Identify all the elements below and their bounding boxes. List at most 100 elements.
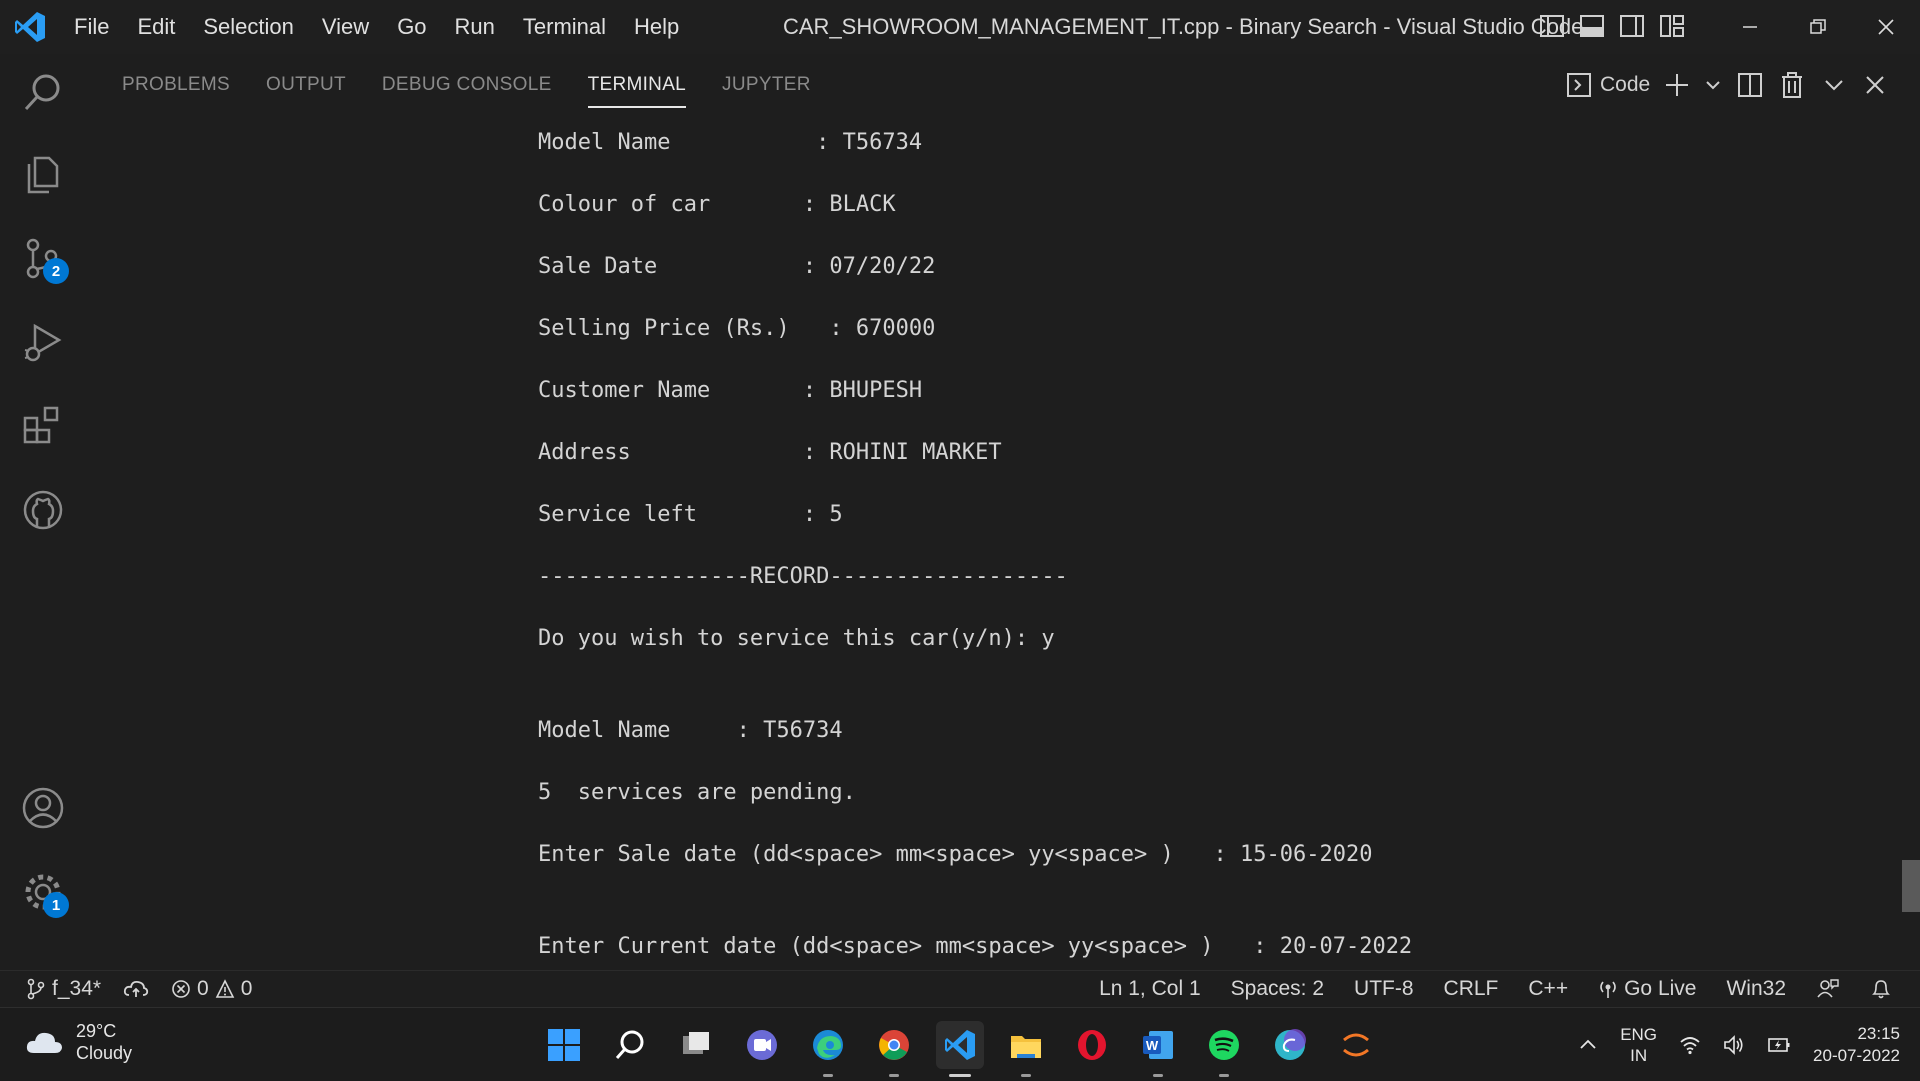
word-icon[interactable]: W bbox=[1134, 1021, 1182, 1077]
terminal-line: Enter Current date (dd<space> mm<space> … bbox=[538, 934, 1413, 959]
source-control-icon[interactable]: 2 bbox=[19, 234, 69, 284]
terminal-line: Enter Sale date (dd<space> mm<space> yy<… bbox=[538, 842, 1373, 867]
toggle-panel-icon[interactable] bbox=[1578, 12, 1606, 40]
error-count: 0 bbox=[197, 977, 209, 1000]
toggle-primary-sidebar-icon[interactable] bbox=[1538, 12, 1566, 40]
clock[interactable]: 23:15 20-07-2022 bbox=[1813, 1023, 1900, 1067]
language-indicator[interactable]: ENG IN bbox=[1620, 1024, 1657, 1066]
menu-help[interactable]: Help bbox=[620, 0, 693, 54]
search-icon[interactable] bbox=[19, 68, 67, 116]
warning-icon bbox=[215, 979, 235, 998]
new-terminal-plus-icon[interactable] bbox=[1664, 72, 1690, 98]
chevron-down-icon[interactable] bbox=[1704, 72, 1722, 98]
explorer-icon[interactable] bbox=[19, 150, 67, 198]
problems-status[interactable]: 0 0 bbox=[171, 977, 252, 1001]
eclipse-jupyter-icon[interactable] bbox=[1332, 1021, 1380, 1069]
weather-widget[interactable]: 29°C Cloudy bbox=[24, 1020, 132, 1064]
wifi-icon[interactable] bbox=[1679, 1034, 1701, 1056]
tab-output[interactable]: OUTPUT bbox=[266, 54, 346, 116]
menu-selection[interactable]: Selection bbox=[189, 0, 308, 54]
windows-taskbar: 29°C Cloudy W ENG IN 23:15 20-07-2022 bbox=[0, 1007, 1920, 1081]
accounts-icon[interactable] bbox=[19, 784, 67, 832]
extensions-icon[interactable] bbox=[19, 402, 67, 450]
tab-problems[interactable]: PROBLEMS bbox=[122, 54, 230, 116]
terminal-line: ----------------RECORD------------------ bbox=[538, 564, 1068, 589]
terminal-profile-button[interactable]: Code bbox=[1566, 72, 1650, 98]
menu-go[interactable]: Go bbox=[383, 0, 440, 54]
canva-icon[interactable] bbox=[1266, 1021, 1314, 1069]
menu-file[interactable]: File bbox=[60, 0, 123, 54]
close-panel-icon[interactable] bbox=[1862, 72, 1888, 98]
toggle-secondary-sidebar-icon[interactable] bbox=[1618, 12, 1646, 40]
language-mode[interactable]: C++ bbox=[1528, 977, 1568, 1001]
app-running-indicator bbox=[889, 1073, 899, 1077]
file-explorer-icon[interactable] bbox=[1002, 1021, 1050, 1077]
region-code: IN bbox=[1630, 1045, 1648, 1065]
settings-badge: 1 bbox=[43, 892, 69, 918]
git-branch-icon bbox=[27, 978, 45, 1000]
edge-browser-icon[interactable] bbox=[804, 1021, 852, 1077]
weather-description: Cloudy bbox=[76, 1043, 133, 1063]
app-running-indicator bbox=[1021, 1073, 1031, 1077]
terminal-line: Model Name : T56734 bbox=[538, 130, 923, 155]
terminal-line: Model Name : T56734 bbox=[538, 718, 843, 743]
menu-run[interactable]: Run bbox=[441, 0, 509, 54]
restore-button[interactable] bbox=[1784, 0, 1852, 54]
volume-icon[interactable] bbox=[1723, 1034, 1745, 1056]
terminal-line: Sale Date : 07/20/22 bbox=[538, 254, 936, 279]
branch-status[interactable]: f_34* bbox=[26, 977, 101, 1001]
sync-cloud-icon[interactable] bbox=[123, 978, 149, 1000]
status-bar: f_34* 0 0 Ln 1, Col 1 Spaces: 2 UTF-8 CR… bbox=[0, 970, 1920, 1007]
teams-chat-icon[interactable] bbox=[738, 1021, 786, 1069]
window-title: CAR_SHOWROOM_MANAGEMENT_IT.cpp - Binary … bbox=[783, 14, 1584, 39]
menu-view[interactable]: View bbox=[308, 0, 383, 54]
go-live-label: Go Live bbox=[1624, 977, 1697, 1000]
tab-debug-console[interactable]: DEBUG CONSOLE bbox=[382, 54, 552, 116]
taskbar-search-icon[interactable] bbox=[606, 1021, 654, 1069]
close-window-button[interactable] bbox=[1852, 0, 1920, 54]
cursor-position[interactable]: Ln 1, Col 1 bbox=[1099, 977, 1201, 1001]
run-debug-icon[interactable] bbox=[19, 318, 67, 366]
terminal-icon bbox=[1567, 73, 1591, 97]
menu-bar: File Edit Selection View Go Run Terminal… bbox=[60, 0, 693, 54]
vscode-taskbar-icon[interactable] bbox=[936, 1020, 984, 1077]
branch-name: f_34* bbox=[52, 977, 102, 1000]
warning-count: 0 bbox=[240, 977, 253, 1000]
settings-gear-icon[interactable]: 1 bbox=[19, 868, 69, 918]
terminal-output[interactable]: Model Name : T56734 Colour of car : BLAC… bbox=[86, 116, 1906, 968]
platform[interactable]: Win32 bbox=[1726, 977, 1786, 1001]
terminal-line: Customer Name : BHUPESH bbox=[538, 378, 923, 403]
split-terminal-icon[interactable] bbox=[1736, 71, 1764, 99]
spotify-icon[interactable] bbox=[1200, 1021, 1248, 1077]
terminal-line: 5 services are pending. bbox=[538, 780, 856, 805]
panel-actions: Code bbox=[1566, 64, 1888, 106]
svg-text:W: W bbox=[1146, 1038, 1159, 1053]
trash-icon[interactable] bbox=[1778, 71, 1806, 99]
indentation[interactable]: Spaces: 2 bbox=[1231, 977, 1324, 1001]
app-running-indicator bbox=[823, 1073, 833, 1077]
battery-charging-icon[interactable] bbox=[1767, 1034, 1791, 1056]
language-code: ENG bbox=[1620, 1024, 1658, 1044]
feedback-icon[interactable] bbox=[1816, 977, 1840, 1001]
customize-layout-icon[interactable] bbox=[1658, 12, 1686, 40]
terminal-scrollbar[interactable] bbox=[1902, 860, 1920, 912]
go-live-button[interactable]: Go Live bbox=[1598, 977, 1696, 1001]
opera-browser-icon[interactable] bbox=[1068, 1021, 1116, 1069]
terminal-line: Service left : 5 bbox=[538, 502, 843, 527]
file-encoding[interactable]: UTF-8 bbox=[1354, 977, 1414, 1001]
menu-edit[interactable]: Edit bbox=[123, 0, 189, 54]
start-windows-icon[interactable] bbox=[540, 1021, 588, 1069]
menu-terminal[interactable]: Terminal bbox=[509, 0, 620, 54]
show-hidden-icons-chevron-icon[interactable] bbox=[1578, 1035, 1598, 1055]
github-icon[interactable] bbox=[19, 486, 67, 534]
line-ending[interactable]: CRLF bbox=[1444, 977, 1499, 1001]
notifications-bell-icon[interactable] bbox=[1870, 977, 1892, 1001]
tab-jupyter[interactable]: JUPYTER bbox=[722, 54, 811, 116]
vscode-logo-icon[interactable] bbox=[0, 0, 60, 54]
task-view-icon[interactable] bbox=[672, 1021, 720, 1069]
terminal-profile-label: Code bbox=[1600, 73, 1651, 96]
minimize-button[interactable] bbox=[1716, 0, 1784, 54]
tab-terminal[interactable]: TERMINAL bbox=[587, 54, 687, 116]
chrome-browser-icon[interactable] bbox=[870, 1021, 918, 1077]
maximize-panel-chevron-icon[interactable] bbox=[1820, 71, 1848, 99]
